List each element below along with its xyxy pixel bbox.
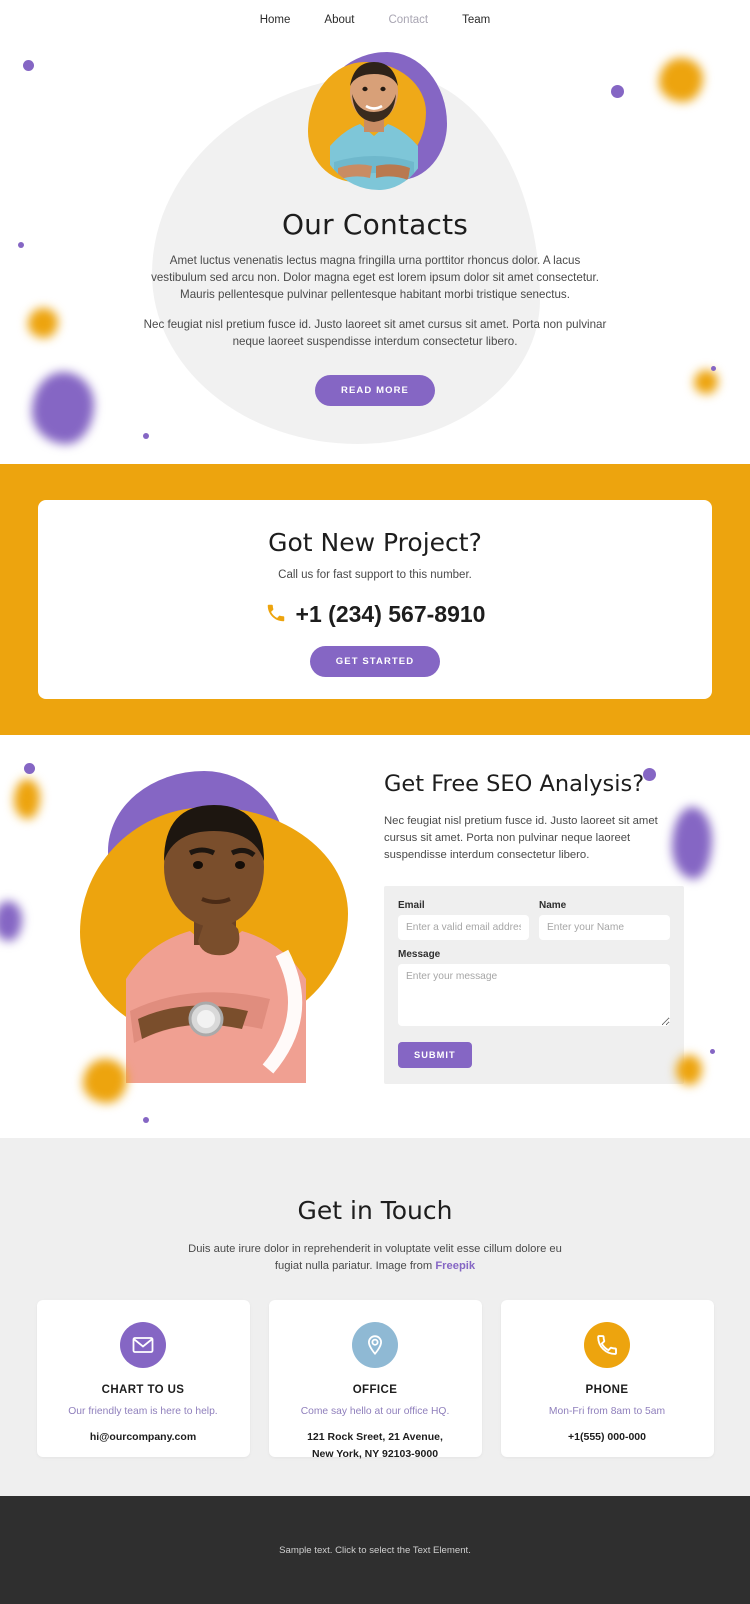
message-textarea[interactable] <box>398 963 670 1026</box>
name-input[interactable] <box>539 914 670 940</box>
card-value: 121 Rock Sreet, 21 Avenue, New York, NY … <box>269 1429 482 1465</box>
hero-avatar <box>300 44 450 194</box>
contact-form: Email Name Message SUBMIT <box>384 885 684 1084</box>
page-root: Home About Contact Team Our Contacts Ame… <box>0 0 750 1604</box>
decor-blob-purple <box>0 901 22 941</box>
get-in-touch-section: Get in Touch Duis aute irure dolor in re… <box>0 1138 750 1496</box>
footer-text[interactable]: Sample text. Click to select the Text El… <box>279 1545 471 1556</box>
phone-icon <box>265 602 287 628</box>
seo-section: Get Free SEO Analysis? Nec feugiat nisl … <box>0 735 750 1138</box>
email-field-group: Email <box>398 900 529 940</box>
card-subtitle: Come say hello at our office HQ. <box>300 1405 450 1417</box>
read-more-button[interactable]: READ MORE <box>315 374 435 406</box>
card-subtitle: Mon-Fri from 8am to 5am <box>548 1405 666 1417</box>
cta-section: Got New Project? Call us for fast suppor… <box>0 464 750 735</box>
get-in-touch-title: Get in Touch <box>297 1196 453 1225</box>
card-subtitle: Our friendly team is here to help. <box>68 1405 218 1417</box>
envelope-icon <box>120 1321 166 1368</box>
decor-blob-yellow <box>14 779 40 819</box>
location-pin-icon <box>352 1321 398 1368</box>
card-value-line-1: 121 Rock Sreet, 21 Avenue, <box>307 1430 443 1443</box>
seo-title: Get Free SEO Analysis? <box>384 771 645 797</box>
decor-dot <box>710 1049 715 1054</box>
phone-icon <box>584 1321 630 1368</box>
submit-button[interactable]: SUBMIT <box>398 1041 472 1068</box>
seo-content: Get Free SEO Analysis? Nec feugiat nisl … <box>384 771 684 1084</box>
cta-title: Got New Project? <box>268 528 482 557</box>
seo-illustration <box>40 765 360 1095</box>
decor-blob-purple <box>672 807 712 879</box>
cta-phone-row: +1 (234) 567-8910 <box>38 601 712 628</box>
message-label: Message <box>398 948 441 960</box>
footer: Sample text. Click to select the Text El… <box>0 1496 750 1604</box>
seo-photo <box>86 783 330 1083</box>
nav-item-contact[interactable]: Contact <box>388 14 428 26</box>
card-title: OFFICE <box>352 1383 398 1396</box>
contact-cards: CHART TO US Our friendly team is here to… <box>0 1299 750 1460</box>
hero-section: Home About Contact Team Our Contacts Ame… <box>0 0 750 464</box>
get-in-touch-paragraph: Duis aute irure dolor in reprehenderit i… <box>165 1241 585 1275</box>
cta-card: Got New Project? Call us for fast suppor… <box>38 500 712 699</box>
message-field-group: Message <box>398 949 670 1030</box>
decor-blob-yellow <box>676 1055 702 1085</box>
hero-paragraph-2: Nec feugiat nisl pretium fusce id. Justo… <box>143 318 607 349</box>
decor-dot <box>143 1117 149 1123</box>
contact-card-chat[interactable]: CHART TO US Our friendly team is here to… <box>36 1299 250 1457</box>
freepik-link[interactable]: Freepik <box>435 1260 475 1272</box>
seo-paragraph: Nec feugiat nisl pretium fusce id. Justo… <box>384 815 658 861</box>
cta-subtitle: Call us for fast support to this number. <box>278 569 472 581</box>
cta-phone-number: +1 (234) 567-8910 <box>295 601 486 627</box>
email-label: Email <box>398 899 425 911</box>
name-field-group: Name <box>539 900 670 940</box>
main-navigation[interactable]: Home About Contact Team <box>0 0 750 26</box>
hero-paragraph-1: Amet luctus venenatis lectus magna fring… <box>151 254 599 301</box>
decor-blob-yellow <box>83 1059 127 1103</box>
email-input[interactable] <box>398 914 529 940</box>
paragraph-line-1: Duis aute irure dolor in reprehenderit i… <box>188 1243 562 1255</box>
card-title: CHART TO US <box>101 1383 185 1396</box>
nav-item-team[interactable]: Team <box>462 14 490 26</box>
page-title: Our Contacts <box>281 208 469 241</box>
decor-dot <box>643 768 656 781</box>
card-value: +1(555) 000-000 <box>568 1430 646 1443</box>
name-label: Name <box>539 899 567 911</box>
card-value-line-2: New York, NY 92103-9000 <box>311 1448 439 1461</box>
get-started-button[interactable]: GET STARTED <box>309 646 441 677</box>
nav-item-home[interactable]: Home <box>260 14 291 26</box>
contact-card-phone[interactable]: PHONE Mon-Fri from 8am to 5am +1(555) 00… <box>500 1299 714 1457</box>
decor-dot <box>143 433 149 439</box>
decor-dot <box>24 763 35 774</box>
card-title: PHONE <box>585 1383 629 1396</box>
contact-card-office[interactable]: OFFICE Come say hello at our office HQ. … <box>268 1299 482 1460</box>
paragraph-line-2: fugiat nulla pariatur. Image from <box>274 1259 436 1272</box>
card-value: hi@ourcompany.com <box>89 1430 197 1443</box>
nav-item-about[interactable]: About <box>324 14 354 26</box>
